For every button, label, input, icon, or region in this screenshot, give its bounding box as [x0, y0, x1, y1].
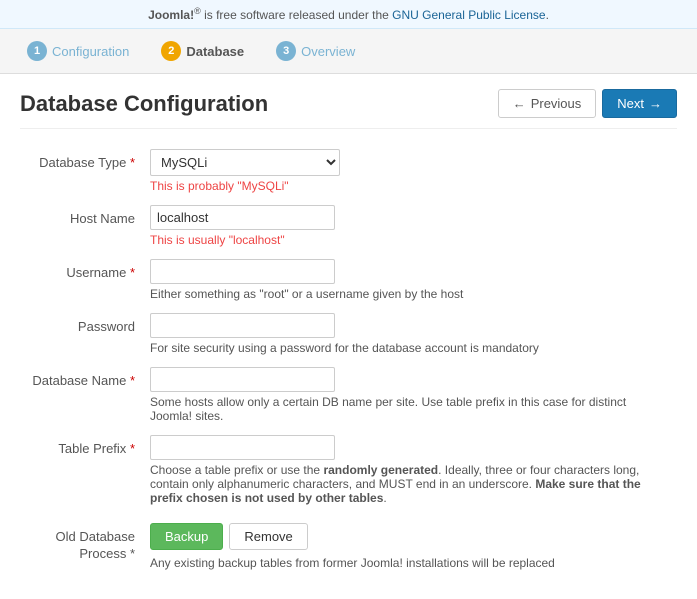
host-name-field: This is usually "localhost"	[150, 205, 677, 255]
step-label-1: Configuration	[52, 44, 129, 59]
step-configuration[interactable]: 1 Configuration	[15, 37, 141, 65]
required-marker-prefix: *	[130, 441, 135, 456]
step-num-1: 1	[27, 41, 47, 61]
table-prefix-row: Table Prefix * Choose a table prefix or …	[20, 435, 677, 513]
top-bar-text: is free software released under the	[201, 8, 392, 22]
database-name-input[interactable]	[150, 367, 335, 392]
next-label: Next	[617, 96, 644, 111]
database-type-row: Database Type * MySQLi MySQL PostgreSQL …	[20, 149, 677, 201]
host-name-input[interactable]	[150, 205, 335, 230]
step-label-3: Overview	[301, 44, 355, 59]
nav-buttons: ← Previous Next →	[498, 89, 677, 118]
database-type-select[interactable]: MySQLi MySQL PostgreSQL SQLite	[150, 149, 340, 176]
password-field: For site security using a password for t…	[150, 313, 677, 363]
steps-bar: 1 Configuration 2 Database 3 Overview	[0, 29, 697, 74]
step-overview[interactable]: 3 Overview	[264, 37, 367, 65]
database-form: Database Type * MySQLi MySQL PostgreSQL …	[20, 149, 677, 578]
hint-bold-1: randomly generated	[323, 463, 438, 477]
backup-button[interactable]: Backup	[150, 523, 223, 550]
table-prefix-input[interactable]	[150, 435, 335, 460]
password-input[interactable]	[150, 313, 335, 338]
username-label: Username *	[20, 259, 150, 280]
database-name-field: Some hosts allow only a certain DB name …	[150, 367, 677, 431]
arrow-right-icon: →	[649, 96, 662, 111]
password-hint: For site security using a password for t…	[150, 341, 670, 355]
table-prefix-hint: Choose a table prefix or use the randoml…	[150, 463, 670, 505]
table-prefix-label: Table Prefix *	[20, 435, 150, 456]
previous-label: Previous	[531, 96, 582, 111]
next-button[interactable]: Next →	[602, 89, 677, 118]
username-row: Username * Either something as "root" or…	[20, 259, 677, 309]
page-title: Database Configuration	[20, 91, 268, 117]
required-marker-dbname: *	[130, 373, 135, 388]
host-name-row: Host Name This is usually "localhost"	[20, 205, 677, 255]
remove-button[interactable]: Remove	[229, 523, 307, 550]
database-type-hint: This is probably "MySQLi"	[150, 179, 677, 193]
password-row: Password For site security using a passw…	[20, 313, 677, 363]
step-num-2: 2	[161, 41, 181, 61]
required-marker-olddb: *	[130, 546, 135, 561]
license-link[interactable]: GNU General Public License	[392, 8, 545, 22]
database-name-row: Database Name * Some hosts allow only a …	[20, 367, 677, 431]
password-label: Password	[20, 313, 150, 334]
required-marker-username: *	[130, 265, 135, 280]
database-type-field: MySQLi MySQL PostgreSQL SQLite This is p…	[150, 149, 677, 201]
username-field: Either something as "root" or a username…	[150, 259, 677, 309]
old-database-field: Backup Remove Any existing backup tables…	[150, 523, 677, 578]
brand-sup: ®	[194, 6, 201, 16]
required-marker: *	[130, 155, 135, 170]
old-database-row: Old DatabaseProcess * Backup Remove Any …	[20, 523, 677, 578]
previous-button[interactable]: ← Previous	[498, 89, 597, 118]
username-input[interactable]	[150, 259, 335, 284]
step-database[interactable]: 2 Database	[149, 37, 256, 65]
old-database-label: Old DatabaseProcess *	[20, 523, 150, 563]
top-bar: Joomla!® is free software released under…	[0, 0, 697, 29]
old-database-hint: Any existing backup tables from former J…	[150, 556, 670, 570]
step-num-3: 3	[276, 41, 296, 61]
table-prefix-field: Choose a table prefix or use the randoml…	[150, 435, 677, 513]
database-type-label: Database Type *	[20, 149, 150, 170]
brand-name: Joomla!	[148, 8, 194, 22]
database-name-hint: Some hosts allow only a certain DB name …	[150, 395, 670, 423]
step-label-2: Database	[186, 44, 244, 59]
host-name-label: Host Name	[20, 205, 150, 226]
database-name-label: Database Name *	[20, 367, 150, 388]
arrow-left-icon: ←	[513, 96, 526, 111]
username-hint: Either something as "root" or a username…	[150, 287, 670, 301]
host-name-hint: This is usually "localhost"	[150, 233, 677, 247]
